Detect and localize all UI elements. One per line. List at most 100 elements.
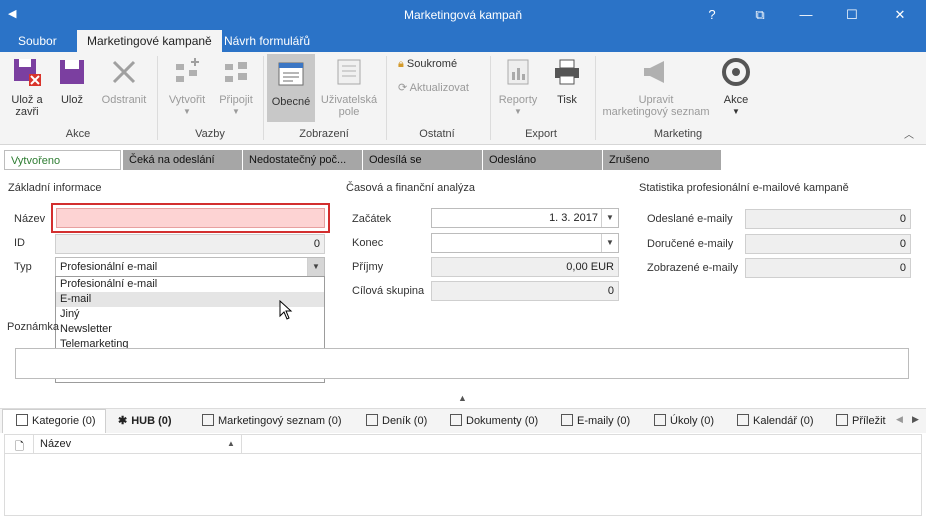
reports-button[interactable]: Reporty ▼ (494, 56, 542, 118)
tabs-scroll-left-icon[interactable]: ◀ (896, 414, 903, 425)
tab-hub[interactable]: ✱ HUB (0) (118, 413, 172, 429)
delete-icon (112, 60, 136, 84)
section-stats: Statistika profesionální e-mailové kampa… (639, 182, 849, 194)
note-label: Poznámka (7, 321, 59, 333)
megaphone-icon (644, 61, 664, 83)
end-date-field[interactable]: ▼ (431, 233, 619, 253)
type-label: Typ (14, 261, 32, 273)
attach-link-icon (225, 62, 247, 82)
shown-emails-field: 0 (745, 258, 911, 278)
reports-dropdown-icon: ▼ (514, 107, 522, 116)
type-dropdown-icon[interactable]: ▼ (307, 258, 324, 276)
tab-kalendar[interactable]: Kalendář (0) (737, 413, 814, 429)
create-button[interactable]: Vytvořit ▼ (164, 56, 210, 118)
status-step-vytvoreno[interactable]: Vytvořeno (4, 150, 121, 170)
general-view-button[interactable]: Obecné (267, 54, 315, 122)
tab-ukoly[interactable]: Úkoly (0) (654, 413, 714, 429)
group-zobrazeni-label: Zobrazení (299, 128, 349, 140)
print-button[interactable]: Tisk (548, 56, 586, 106)
sort-asc-icon[interactable]: ▲ (227, 439, 235, 448)
name-input[interactable] (56, 208, 325, 228)
type-option[interactable]: Profesionální e-mail (56, 277, 324, 292)
status-step-zruseno[interactable]: Zrušeno (603, 150, 722, 170)
tabs-scroll-right-icon[interactable]: ▶ (912, 414, 919, 425)
category-icon (16, 414, 28, 426)
tab-prilezitosti[interactable]: Příležit (836, 413, 886, 429)
attach-button[interactable]: Připojit ▼ (214, 56, 258, 118)
save-close-button[interactable]: Ulož a zavři (6, 56, 48, 118)
ribbon: Ulož a zavři Ulož Odstranit Akce Vytvoři… (0, 52, 926, 145)
delivered-emails-label: Doručené e-maily (647, 238, 734, 250)
id-field: 0 (55, 234, 325, 254)
maximize-button[interactable]: ☐ (832, 0, 872, 30)
tab-marketingove-kampane[interactable]: Marketingové kampaně (77, 30, 222, 52)
group-export-label: Export (525, 128, 557, 140)
help-button[interactable]: ? (692, 0, 732, 30)
tab-navrh-formularu[interactable]: Návrh formulářů (214, 30, 320, 52)
end-date-dropdown-icon[interactable]: ▼ (601, 234, 618, 252)
journal-icon (366, 414, 378, 426)
actions-button[interactable]: Akce ▼ (718, 56, 754, 118)
status-step-odesila[interactable]: Odesílá se (363, 150, 483, 170)
group-akce-label: Akce (65, 128, 91, 140)
type-select[interactable]: Profesionální e-mail ▼ (55, 257, 325, 277)
income-label: Příjmy (352, 261, 384, 273)
tab-emaily[interactable]: E-maily (0) (561, 413, 630, 429)
tab-dokumenty[interactable]: Dokumenty (0) (450, 413, 538, 429)
lock-icon: 🔒︎ (398, 58, 404, 70)
tab-soubor[interactable]: Soubor (8, 30, 67, 52)
general-view-icon (278, 62, 304, 86)
end-label: Konec (352, 237, 384, 249)
document-icon (450, 414, 462, 426)
attach-dropdown-icon: ▼ (232, 107, 240, 116)
close-button[interactable]: ✕ (880, 0, 920, 30)
status-step-nedostatecny[interactable]: Nedostatečný poč... (243, 150, 363, 170)
minimize-button[interactable]: — (786, 0, 826, 30)
type-select-value: Profesionální e-mail (60, 261, 158, 273)
calendar-icon (737, 414, 749, 426)
note-textarea[interactable] (15, 348, 909, 379)
target-group-label: Cílová skupina (352, 285, 425, 297)
refresh-button[interactable]: ⟳ Aktualizovat (398, 81, 469, 94)
collapse-panel-icon[interactable]: ▲ (458, 393, 467, 403)
group-ostatni-label: Ostatní (419, 128, 455, 140)
column-name-header[interactable]: Název (40, 438, 71, 450)
start-date-dropdown-icon[interactable]: ▼ (601, 209, 618, 227)
save-icon (60, 60, 84, 84)
tab-denik[interactable]: Deník (0) (366, 413, 427, 429)
shown-emails-label: Zobrazené e-maily (647, 262, 739, 274)
income-field: 0,00 EUR (431, 257, 619, 277)
status-step-ceka[interactable]: Čeká na odeslání (123, 150, 243, 170)
private-button[interactable]: 🔒︎ Soukromé (398, 58, 457, 71)
user-fields-button[interactable]: Uživatelská pole (318, 56, 380, 118)
opportunity-icon (836, 414, 848, 426)
grid-body[interactable] (4, 454, 922, 516)
create-link-icon (176, 58, 199, 82)
create-dropdown-icon: ▼ (183, 107, 191, 116)
section-time-finance: Časová a finanční analýza (346, 182, 476, 194)
tab-marketingovy-seznam[interactable]: Marketingový seznam (0) (202, 413, 342, 429)
delete-button[interactable]: Odstranit (98, 56, 150, 106)
delivered-emails-field: 0 (745, 234, 911, 254)
restore-ribbon-button[interactable]: ⧉ (740, 0, 780, 30)
tab-kategorie[interactable]: Kategorie (0) (16, 413, 96, 429)
status-step-odeslano[interactable]: Odesláno (483, 150, 603, 170)
save-button[interactable]: Ulož (54, 56, 90, 106)
actions-dropdown-icon: ▼ (732, 107, 740, 116)
grid-header: 🗋︎ Název ▲ (4, 434, 922, 455)
printer-icon (555, 59, 579, 85)
group-marketing-label: Marketing (653, 128, 703, 140)
edit-marketing-list-button[interactable]: Upravit marketingový seznam (600, 56, 712, 118)
start-date-field[interactable]: 1. 3. 2017 ▼ (431, 208, 619, 228)
sent-emails-field: 0 (745, 209, 911, 229)
target-icon (722, 58, 750, 86)
collapse-ribbon-icon[interactable]: ︿ (904, 126, 914, 141)
user-fields-icon (337, 59, 361, 85)
save-close-icon (14, 59, 41, 86)
hub-icon: ✱ (118, 415, 128, 427)
marketing-list-icon (202, 414, 214, 426)
type-option[interactable]: Newsletter (56, 322, 324, 337)
title-bar: ◀ Marketingová kampaň ? ⧉ — ☐ ✕ (0, 0, 926, 30)
reports-icon (507, 59, 529, 85)
id-label: ID (14, 237, 25, 249)
